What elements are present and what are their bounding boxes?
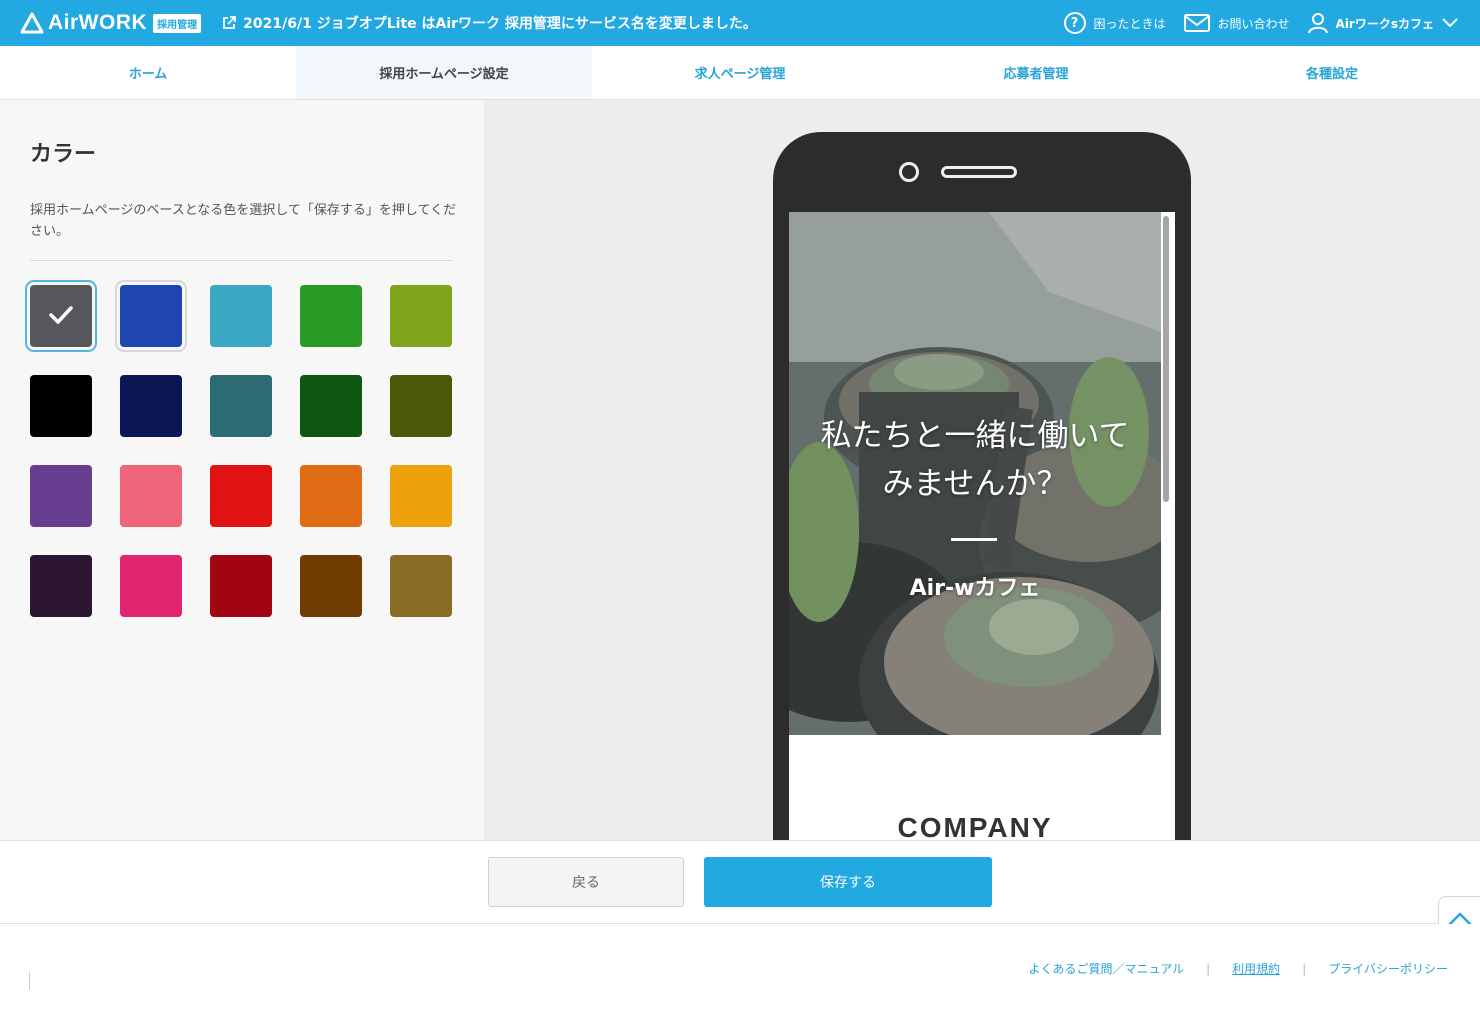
color-swatch[interactable] [30,555,92,617]
external-link-icon [223,16,237,29]
hero-title-line2: みませんか？ [882,466,1068,502]
color-swatch[interactable] [300,465,362,527]
top-bar: AirWORK 採用管理 2021/6/1 ジョブオプLite はAirワーク … [0,0,1480,46]
color-swatch[interactable] [390,555,452,617]
phone-camera [899,162,919,182]
color-swatch[interactable] [210,375,272,437]
help-label: 困ったときは [1093,16,1166,31]
color-swatch[interactable] [115,280,187,352]
save-button[interactable]: 保存する [704,857,992,907]
section-heading: COMPANY [897,812,1053,840]
triangle-logo-icon [20,12,44,34]
footer-links: よくあるご質問／マニュアル | 利用規約 | プライバシーポリシー [1028,960,1448,977]
preview-area: 私たちと一緒に働いて みませんか？ Air-wカフェ COMPANY [484,100,1480,840]
service-notice-text: 2021/6/1 ジョブオプLite はAirワーク 採用管理にサービス名を変更… [243,16,757,32]
tab-recruit-homepage-settings[interactable]: 採用ホームページ設定 [296,46,592,99]
preview-scrollbar[interactable] [1163,216,1169,502]
hero-rule [951,538,997,541]
color-swatch[interactable] [210,465,272,527]
color-swatch[interactable] [210,555,272,617]
color-swatch[interactable] [390,375,452,437]
color-swatch[interactable] [300,555,362,617]
phone-screen[interactable]: 私たちと一緒に働いて みませんか？ Air-wカフェ COMPANY [789,212,1175,840]
back-button[interactable]: 戻る [488,857,684,907]
main-nav: ホーム 採用ホームページ設定 求人ページ管理 応募者管理 各種設定 [0,46,1480,100]
footer: よくあるご質問／マニュアル | 利用規約 | プライバシーポリシー [0,924,1480,1014]
mail-icon [1183,14,1210,32]
tab-applicant-management[interactable]: 応募者管理 [888,46,1184,99]
color-swatch[interactable] [120,465,182,527]
question-circle-icon: ? [1063,12,1086,34]
privacy-policy-link[interactable]: プライバシーポリシー [1328,960,1448,977]
tab-home[interactable]: ホーム [0,46,296,99]
panel-description: 採用ホームページのベースとなる色を選択して「保存する」を押してください。 [30,203,457,239]
check-icon [49,306,73,324]
footer-mark [29,972,30,990]
account-menu[interactable]: Airワークsカフェ [1307,12,1458,34]
color-swatch[interactable] [300,375,362,437]
color-swatch[interactable] [30,375,92,437]
logo-text: AirWORK [48,11,148,34]
footer-separator: | [1206,961,1211,976]
help-link[interactable]: ? 困ったときは [1063,12,1166,34]
color-swatch[interactable] [390,465,452,527]
color-settings-panel: カラー 採用ホームページのベースとなる色を選択して「保存する」を押してください。 [0,100,484,840]
panel-title: カラー [30,142,97,167]
footer-separator: | [1302,961,1307,976]
color-swatch[interactable] [120,375,182,437]
contact-label: お問い合わせ [1217,16,1290,31]
chevron-down-icon [1442,18,1458,28]
color-swatch[interactable] [120,555,182,617]
tab-job-page-management[interactable]: 求人ページ管理 [592,46,888,99]
terms-link[interactable]: 利用規約 [1232,960,1280,977]
color-swatch[interactable] [390,285,452,347]
divider [30,260,452,261]
color-swatch[interactable] [300,285,362,347]
action-bar: 戻る 保存する [0,840,1480,924]
account-label: Airワークsカフェ [1335,16,1434,31]
phone-mockup: 私たちと一緒に働いて みませんか？ Air-wカフェ COMPANY [773,132,1191,840]
hero-title: 私たちと一緒に働いて みませんか？ [789,412,1161,508]
logo-badge: 採用管理 [153,13,202,33]
contact-link[interactable]: お問い合わせ [1183,14,1290,32]
tab-settings[interactable]: 各種設定 [1184,46,1480,99]
faq-link[interactable]: よくあるご質問／マニュアル [1028,960,1184,977]
color-swatch[interactable] [210,285,272,347]
hero-title-line1: 私たちと一緒に働いて [820,418,1130,454]
airwork-logo[interactable]: AirWORK 採用管理 [20,11,202,35]
phone-speaker [941,166,1017,178]
color-swatch[interactable] [25,280,97,352]
hero-image: 私たちと一緒に働いて みませんか？ Air-wカフェ [789,212,1161,735]
service-notice[interactable]: 2021/6/1 ジョブオプLite はAirワーク 採用管理にサービス名を変更… [221,13,757,33]
color-swatch[interactable] [30,465,92,527]
user-icon [1307,13,1328,34]
company-name: Air-wカフェ [909,576,1041,601]
